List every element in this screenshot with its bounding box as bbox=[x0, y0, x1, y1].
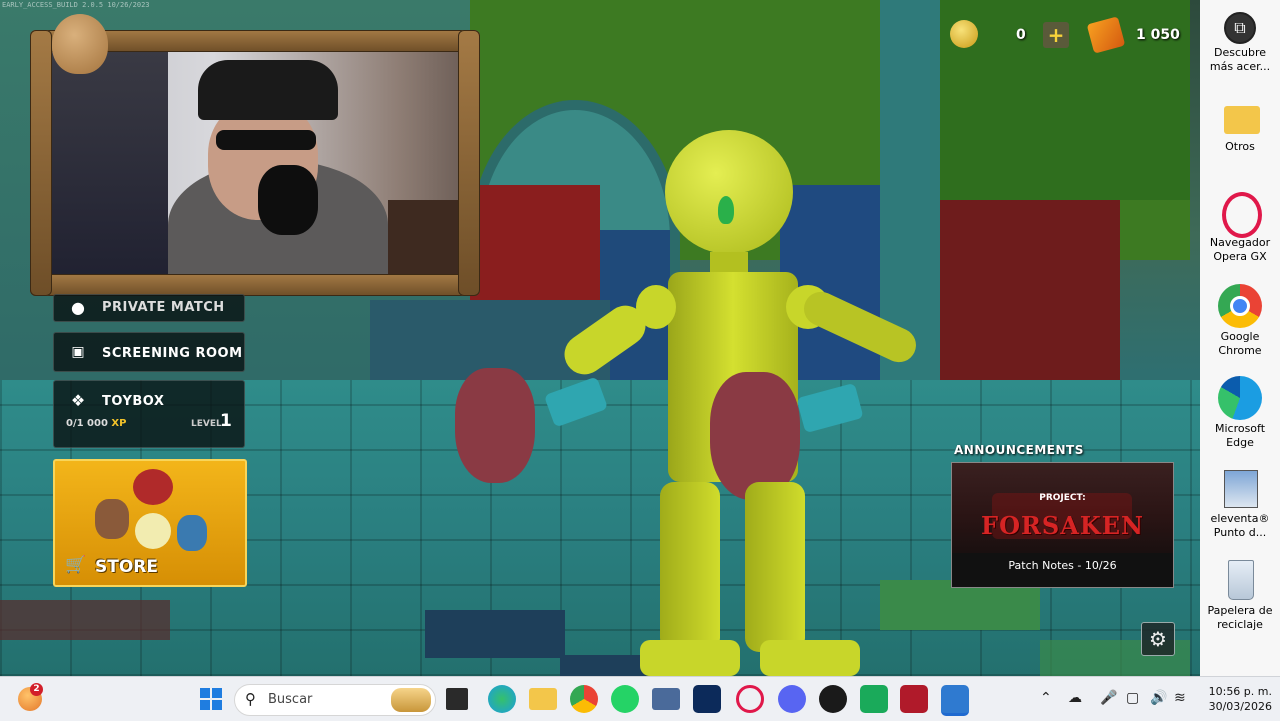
peanut-mascot-icon bbox=[52, 14, 108, 74]
settings-gear-button[interactable]: ⚙ bbox=[1141, 622, 1175, 656]
clock-time: 10:56 p. m. bbox=[1208, 685, 1272, 698]
taskbar-obs-icon[interactable] bbox=[819, 685, 847, 713]
toybox-xp: 0/1 000 bbox=[66, 418, 108, 429]
desktop-icon-opera-gx[interactable]: Navegador Opera GX bbox=[1200, 190, 1280, 264]
system-clock[interactable]: 10:56 p. m. 30/03/2026 bbox=[1198, 684, 1272, 714]
frame-left bbox=[30, 30, 52, 296]
taskbar-active-game-icon[interactable] bbox=[941, 685, 969, 716]
clock-date: 30/03/2026 bbox=[1208, 700, 1272, 713]
taskbar-edge-icon[interactable] bbox=[488, 685, 516, 713]
desktop-icon-otros[interactable]: Otros bbox=[1200, 100, 1280, 154]
desktop-icon-descubre[interactable]: ⧉ Descubre más acer... bbox=[1200, 12, 1280, 74]
robot-foot-left bbox=[640, 640, 740, 676]
windows-taskbar: 2 ⚲ Buscar ⌃ ☁ 🎤 ▢ 🔊 ≋ 10:56 p. m. 30/03… bbox=[0, 676, 1280, 721]
start-button[interactable] bbox=[197, 685, 225, 713]
frame-bottom bbox=[30, 274, 480, 296]
folder-icon bbox=[1224, 106, 1260, 134]
wifi-icon[interactable]: ≋ bbox=[1174, 690, 1186, 706]
store-button[interactable]: 🛒 STORE bbox=[53, 459, 247, 587]
desktop-icon-recycle-bin[interactable]: Papelera de reciclaje bbox=[1200, 558, 1280, 632]
taskbar-opera-gx-icon[interactable] bbox=[736, 685, 764, 713]
robot-leg-left bbox=[660, 482, 720, 652]
private-match-button[interactable]: ● PRIVATE MATCH bbox=[53, 294, 245, 322]
robot-foot-right bbox=[760, 640, 860, 676]
announcement-card[interactable]: PROJECT: FORSAKEN Patch Notes - 10/26 bbox=[951, 462, 1174, 588]
eleventa-icon bbox=[1224, 470, 1258, 508]
taskbar-app-icon[interactable] bbox=[860, 685, 888, 713]
microphone-icon[interactable]: 🎤 bbox=[1100, 690, 1117, 706]
announcement-kicker: PROJECT: bbox=[1039, 493, 1086, 503]
search-icon: ⚲ bbox=[245, 690, 256, 708]
taskbar-disney-icon[interactable] bbox=[693, 685, 721, 713]
taskbar-eleventa-icon[interactable] bbox=[652, 688, 680, 710]
coin-count: 0 bbox=[1016, 27, 1026, 43]
toybox-button[interactable]: ❖ TOYBOX 0/1 000 XP LEVEL 1 bbox=[53, 380, 245, 448]
taskbar-file-explorer-icon[interactable] bbox=[529, 688, 557, 710]
robot-hand-left bbox=[455, 368, 535, 483]
coin-icon bbox=[950, 20, 978, 48]
taskbar-search[interactable]: ⚲ Buscar bbox=[234, 684, 436, 716]
announcement-caption: Patch Notes - 10/26 bbox=[952, 553, 1173, 587]
spotlight-icon: ⧉ bbox=[1224, 12, 1256, 44]
screening-room-button[interactable]: ▣ SCREENING ROOM bbox=[53, 332, 245, 372]
volume-icon[interactable]: 🔊 bbox=[1150, 690, 1167, 706]
desktop-icon-microsoft-edge[interactable]: Microsoft Edge bbox=[1200, 376, 1280, 450]
hand-marker-icon bbox=[718, 196, 734, 224]
add-coins-button[interactable]: + bbox=[1043, 22, 1069, 48]
announcement-image: PROJECT: FORSAKEN bbox=[952, 463, 1173, 553]
desktop-icon-google-chrome[interactable]: Google Chrome bbox=[1200, 284, 1280, 358]
gem-count: 1 050 bbox=[1136, 27, 1180, 43]
announcements-title: ANNOUNCEMENTS bbox=[954, 443, 1084, 457]
webcam-overlay bbox=[30, 14, 480, 302]
build-version-text: EARLY_ACCESS_BUILD 2.0.5 10/26/2023 bbox=[2, 1, 150, 9]
recycle-bin-icon bbox=[1228, 560, 1254, 600]
taskbar-chrome-icon[interactable] bbox=[570, 685, 598, 713]
display-icon[interactable]: ▢ bbox=[1126, 690, 1139, 706]
search-input[interactable]: Buscar bbox=[268, 692, 312, 707]
frame-right bbox=[458, 30, 480, 296]
toybox-level: 1 bbox=[220, 411, 232, 431]
desktop-icon-eleventa[interactable]: eleventa® Punto d... bbox=[1200, 466, 1280, 540]
webcam-feed bbox=[48, 50, 462, 290]
players-icon: ● bbox=[71, 298, 85, 317]
task-view-icon[interactable] bbox=[446, 688, 468, 710]
chevron-up-icon[interactable]: ⌃ bbox=[1040, 690, 1052, 706]
search-highlight-icon bbox=[391, 688, 431, 712]
robot-head bbox=[665, 130, 793, 254]
cart-icon: 🛒 bbox=[65, 555, 87, 575]
streamer-cap bbox=[198, 60, 338, 120]
robot-hand-right bbox=[710, 372, 800, 500]
toybox-icon: ❖ bbox=[70, 391, 86, 410]
desktop-icons-column: ⧉ Descubre más acer... Otros Navegador Ope… bbox=[1200, 0, 1280, 676]
taskbar-discord-icon[interactable] bbox=[778, 685, 806, 713]
ticket-icon: ▣ bbox=[71, 344, 85, 360]
edge-icon bbox=[1218, 376, 1262, 420]
network-icon[interactable]: ☁ bbox=[1068, 690, 1082, 706]
robot-leg-right bbox=[745, 482, 805, 652]
opera-gx-icon bbox=[1222, 192, 1262, 238]
microphone bbox=[258, 165, 318, 235]
store-characters-art bbox=[95, 469, 215, 551]
announcement-headline: FORSAKEN bbox=[981, 511, 1144, 540]
streamer-sunglasses bbox=[216, 130, 316, 150]
taskbar-game-icon[interactable] bbox=[900, 685, 928, 713]
taskbar-whatsapp-icon[interactable] bbox=[611, 685, 639, 713]
notification-badge: 2 bbox=[30, 683, 43, 696]
